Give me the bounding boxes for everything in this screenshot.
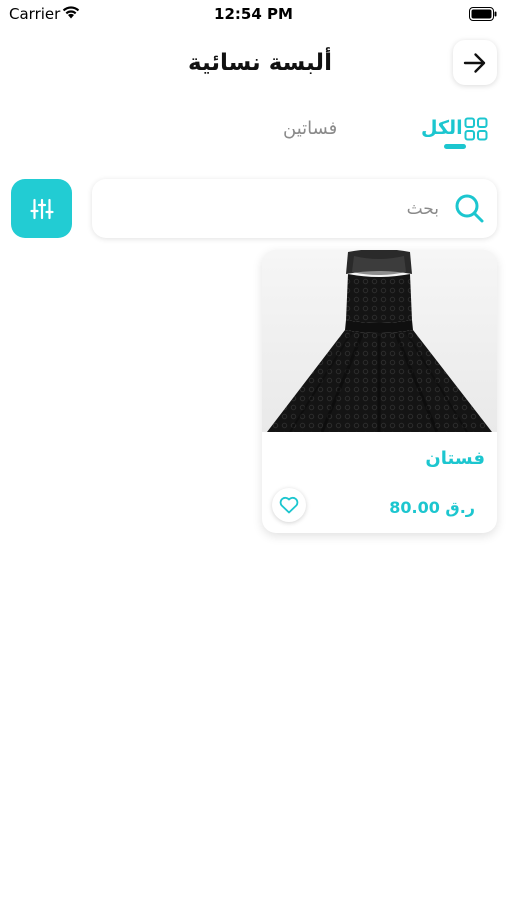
grid-icon xyxy=(464,117,488,145)
product-price: 80.00 ر.ق xyxy=(389,498,475,517)
battery-icon xyxy=(469,6,497,21)
filter-button[interactable] xyxy=(11,179,72,238)
search-bar[interactable] xyxy=(92,179,497,238)
favorite-button[interactable] xyxy=(272,488,306,522)
status-time: 12:54 PM xyxy=(214,5,293,23)
status-bar: Carrier 12:54 PM xyxy=(0,0,507,28)
arrow-right-icon xyxy=(463,52,486,73)
search-input[interactable] xyxy=(139,195,439,223)
page-title: ألبسة نسائية xyxy=(188,50,332,76)
back-button[interactable] xyxy=(453,40,497,85)
product-name: فستان xyxy=(425,448,485,469)
product-card[interactable]: فستان 80.00 ر.ق xyxy=(262,250,497,533)
screen: Carrier 12:54 PM ألبسة نسائية الكل فساتي… xyxy=(0,0,507,900)
tab-all[interactable]: الكل xyxy=(418,113,490,153)
heart-icon xyxy=(279,496,299,514)
tab-all-label: الكل xyxy=(421,117,463,139)
product-image[interactable] xyxy=(262,250,497,433)
sliders-icon xyxy=(29,198,54,219)
active-tab-indicator xyxy=(444,144,466,149)
search-icon[interactable] xyxy=(453,192,485,228)
tab-dresses[interactable]: فساتين xyxy=(283,118,337,139)
